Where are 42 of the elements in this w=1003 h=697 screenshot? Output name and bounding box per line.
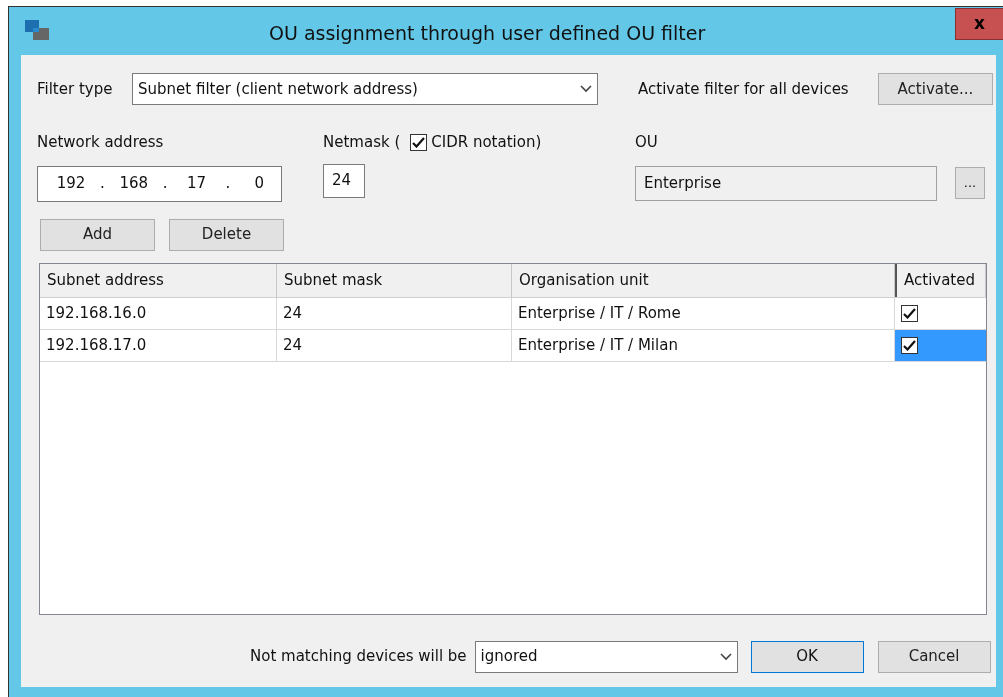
not-matching-dropdown[interactable]: ignored xyxy=(474,640,738,673)
activate-button[interactable]: Activate... xyxy=(878,73,993,105)
browse-button[interactable]: ... xyxy=(955,167,985,199)
activate-label: Activate filter for all devices xyxy=(638,78,850,100)
chevron-down-icon xyxy=(719,652,732,661)
octet-value: 192 xyxy=(56,173,86,195)
octet-separator: . xyxy=(225,173,231,195)
octet-separator: . xyxy=(162,173,168,195)
table-cell: 24 xyxy=(277,297,512,329)
not-matching-label: Not matching devices will be xyxy=(250,646,467,668)
delete-button[interactable]: Delete xyxy=(169,218,284,251)
network-address-label: Network address xyxy=(37,132,165,153)
octet-value: 168 xyxy=(118,173,149,195)
netmask-label: Netmask ( xyxy=(323,132,401,153)
filter-type-dropdown[interactable]: Subnet filter (client network address) xyxy=(132,73,598,105)
cidr-checkbox[interactable] xyxy=(410,133,428,151)
chevron-down-icon xyxy=(580,85,592,93)
ou-field: Enterprise xyxy=(635,165,937,201)
app-icon xyxy=(25,20,51,42)
activated-checkbox[interactable] xyxy=(901,304,918,322)
column-header[interactable]: Activated xyxy=(895,263,986,297)
cidr-label: CIDR notation) xyxy=(431,132,542,153)
ok-button[interactable]: OK xyxy=(750,640,864,673)
octet-value: 0 xyxy=(253,173,266,195)
cancel-button[interactable]: Cancel xyxy=(877,640,991,673)
column-header[interactable]: Subnet mask xyxy=(277,263,512,297)
octet-separator: . xyxy=(100,173,105,195)
octet-value: 17 xyxy=(186,173,208,195)
netmask-field[interactable]: 24 xyxy=(323,163,365,198)
ou-label: OU xyxy=(635,132,659,153)
table-cell: 24 xyxy=(277,329,512,361)
column-header[interactable]: Subnet address xyxy=(40,263,277,297)
table-cell: 192.168.16.0 xyxy=(40,297,277,329)
table-cell: 192.168.17.0 xyxy=(40,329,277,361)
add-button[interactable]: Add xyxy=(40,218,155,251)
activated-cell[interactable] xyxy=(895,329,986,361)
activated-checkbox[interactable] xyxy=(901,336,918,354)
column-header[interactable]: Organisation unit xyxy=(512,263,895,297)
window-title: OU assignment through user defined OU filter xyxy=(269,21,706,46)
filter-type-label: Filter type xyxy=(37,78,114,100)
network-address-field[interactable]: 192 . 168 . 17 . 0 xyxy=(37,165,282,202)
close-button[interactable]: x xyxy=(955,8,1003,40)
